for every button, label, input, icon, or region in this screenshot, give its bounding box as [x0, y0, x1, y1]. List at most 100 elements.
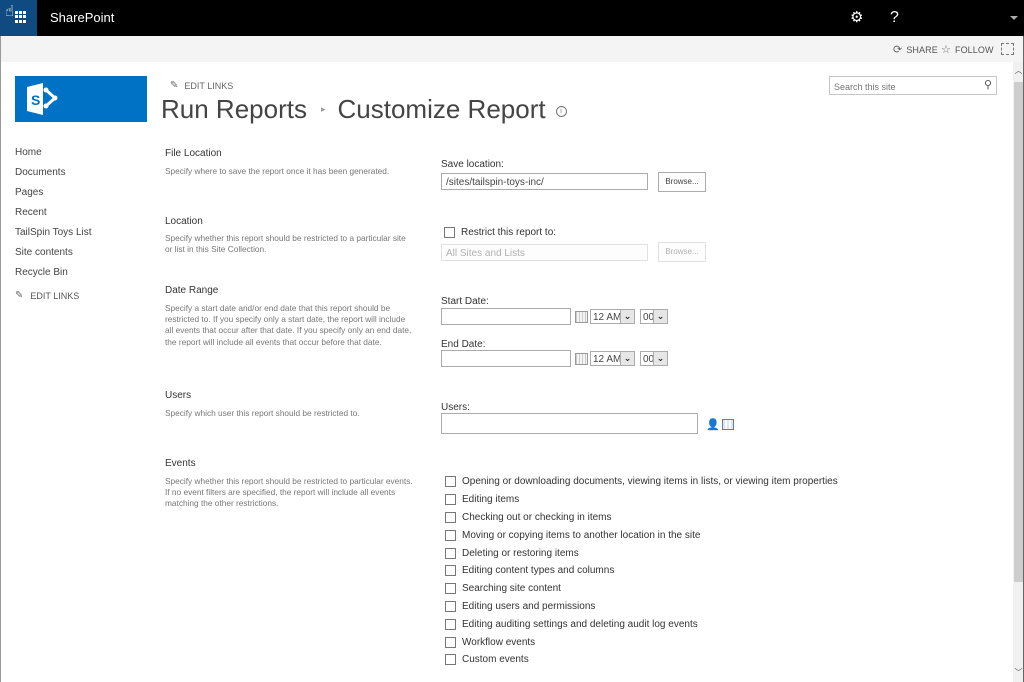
ribbon-bar: ⟳ SHARE ☆ FOLLOW: [0, 36, 1024, 62]
event-label: Deleting or restoring items: [462, 547, 579, 559]
start-date-label: Start Date:: [441, 296, 489, 307]
start-date-input[interactable]: [441, 308, 571, 325]
end-date-input[interactable]: [441, 350, 571, 367]
app-launcher-button[interactable]: ☝: [0, 0, 37, 36]
nav-item-home[interactable]: Home: [15, 146, 92, 166]
end-hour-select[interactable]: 12 AM ⌄: [590, 351, 635, 366]
event-option[interactable]: Editing users and permissions: [445, 598, 838, 616]
restrict-location-browse-button[interactable]: Browse...: [658, 242, 706, 262]
event-label: Editing users and permissions: [462, 600, 596, 612]
nav-edit-links[interactable]: ✎ EDIT LINKS: [15, 290, 92, 301]
breadcrumb-separator-icon: ▸: [320, 104, 326, 114]
share-icon: ⟳: [893, 44, 903, 56]
event-option[interactable]: Checking out or checking in items: [445, 509, 838, 527]
event-label: Checking out or checking in items: [462, 511, 612, 523]
search-input[interactable]: [830, 79, 974, 95]
end-date-label: End Date:: [441, 339, 486, 350]
date-range-description: Specify a start date and/or end date tha…: [165, 303, 412, 347]
event-option[interactable]: Editing auditing settings and deleting a…: [445, 615, 838, 633]
start-minute-select[interactable]: 00 ⌄: [640, 309, 668, 324]
nav-item-documents[interactable]: Documents: [15, 166, 92, 186]
event-option[interactable]: Workflow events: [445, 633, 838, 651]
file-location-description: Specify where to save the report once it…: [165, 166, 390, 176]
sharepoint-logo-icon: S: [27, 83, 58, 115]
restrict-report-label: Restrict this report to:: [461, 227, 557, 238]
nav-item-site-contents[interactable]: Site contents: [15, 246, 92, 266]
site-logo[interactable]: S: [15, 76, 147, 122]
save-location-label: Save location:: [441, 159, 504, 170]
event-label: Opening or downloading documents, viewin…: [462, 476, 838, 488]
window-left-border: [0, 36, 1, 682]
suite-bar: ☝ SharePoint ⚙ ?: [0, 0, 1024, 36]
event-option[interactable]: Moving or copying items to another locat…: [445, 526, 838, 544]
app-launcher-icon: [15, 11, 27, 23]
event-checkbox[interactable]: [445, 565, 456, 577]
start-hour-select[interactable]: 12 AM ⌄: [590, 309, 635, 324]
account-menu-caret-icon[interactable]: [1010, 16, 1018, 20]
file-location-title: File Location: [165, 148, 222, 159]
search-box: ⚲: [829, 76, 997, 95]
event-option[interactable]: Deleting or restoring items: [445, 544, 838, 562]
end-minute-select[interactable]: 00 ⌄: [640, 351, 668, 366]
nav-item-pages[interactable]: Pages: [15, 186, 92, 206]
search-icon[interactable]: ⚲: [984, 78, 992, 91]
events-description: Specify whether this report should be re…: [165, 476, 413, 509]
restrict-report-checkbox[interactable]: [444, 227, 455, 238]
events-title: Events: [165, 458, 196, 469]
event-option[interactable]: Editing content types and columns: [445, 562, 838, 580]
star-icon: ☆: [941, 44, 951, 56]
info-icon[interactable]: i: [555, 106, 567, 117]
event-checkbox[interactable]: [445, 618, 456, 630]
edit-links-top[interactable]: ✎ EDIT LINKS: [170, 80, 233, 91]
nav-item-recent[interactable]: Recent: [15, 206, 92, 226]
save-location-input[interactable]: /sites/tailspin-toys-inc/: [441, 173, 648, 190]
chevron-down-icon: ⌄: [653, 310, 667, 323]
event-checkbox[interactable]: [445, 494, 456, 506]
hand-cursor-icon: ☝: [5, 3, 15, 20]
event-option[interactable]: Custom events: [445, 651, 838, 669]
app-name[interactable]: SharePoint: [50, 10, 114, 25]
event-checkbox[interactable]: [445, 654, 456, 666]
address-book-icon[interactable]: [722, 419, 734, 430]
end-hour-value: 12 AM: [593, 354, 622, 365]
event-checkbox[interactable]: [445, 583, 456, 595]
nav-item-tailspin-toys-list[interactable]: TailSpin Toys List: [15, 226, 92, 246]
scrollbar-thumb[interactable]: [1014, 82, 1023, 582]
check-names-icon[interactable]: 👤: [706, 418, 720, 431]
event-checkbox[interactable]: [445, 600, 456, 612]
help-icon[interactable]: ?: [890, 8, 899, 28]
breadcrumb: Run Reports ▸ Customize Report i: [161, 94, 567, 125]
chevron-down-icon: ⌄: [653, 352, 667, 365]
breadcrumb-run-reports[interactable]: Run Reports: [161, 94, 307, 125]
focus-on-content-icon[interactable]: [1001, 43, 1014, 55]
pencil-icon: ✎: [15, 290, 24, 301]
event-option[interactable]: Editing items: [445, 491, 838, 509]
events-checklist: Opening or downloading documents, viewin…: [445, 473, 838, 669]
start-date-calendar-icon[interactable]: [575, 311, 588, 323]
nav-item-recycle-bin[interactable]: Recycle Bin: [15, 266, 92, 286]
gear-icon[interactable]: ⚙: [850, 8, 863, 28]
users-title: Users: [165, 390, 192, 401]
start-hour-value: 12 AM: [593, 312, 622, 323]
event-option[interactable]: Searching site content: [445, 580, 838, 598]
event-checkbox[interactable]: [445, 547, 456, 559]
end-date-calendar-icon[interactable]: [575, 353, 588, 365]
location-title: Location: [165, 216, 203, 227]
page-title: Customize Report: [337, 94, 546, 124]
event-checkbox[interactable]: [445, 511, 456, 523]
event-label: Custom events: [462, 654, 529, 666]
event-label: Workflow events: [462, 636, 536, 648]
event-option[interactable]: Opening or downloading documents, viewin…: [445, 473, 838, 491]
follow-button[interactable]: ☆ FOLLOW: [941, 43, 994, 56]
save-location-browse-button[interactable]: Browse...: [658, 172, 706, 192]
date-range-title: Date Range: [165, 285, 219, 296]
event-label: Editing auditing settings and deleting a…: [462, 618, 698, 630]
event-checkbox[interactable]: [445, 476, 456, 488]
location-description: Specify whether this report should be re…: [165, 233, 406, 255]
event-checkbox[interactable]: [445, 636, 456, 648]
share-button[interactable]: ⟳ SHARE: [893, 43, 938, 56]
restrict-location-input[interactable]: All Sites and Lists: [441, 244, 648, 261]
event-checkbox[interactable]: [445, 529, 456, 541]
chevron-down-icon: ⌄: [620, 310, 634, 323]
users-input[interactable]: [441, 413, 698, 434]
